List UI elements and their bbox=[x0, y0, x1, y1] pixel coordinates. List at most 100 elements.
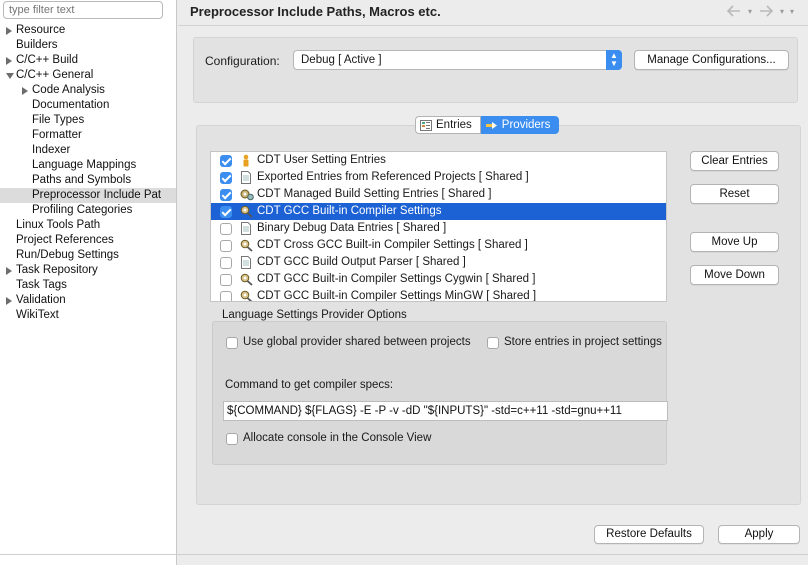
sidebar-item[interactable]: Profiling Categories bbox=[0, 203, 176, 218]
sidebar-item[interactable]: Documentation bbox=[0, 98, 176, 113]
sidebar-item-label: WikiText bbox=[16, 309, 59, 321]
document-icon bbox=[240, 222, 252, 235]
view-menu-icon[interactable]: ▾ bbox=[790, 4, 794, 18]
sidebar-item-label: C/C++ General bbox=[16, 69, 94, 81]
compiler-settings-icon bbox=[240, 273, 253, 286]
property-tree: Resource Builders C/C++ Build C/C++ General… bbox=[0, 23, 176, 323]
configuration-value: Debug [ Active ] bbox=[301, 54, 382, 66]
filter-input[interactable] bbox=[3, 1, 163, 19]
provider-checkbox[interactable] bbox=[220, 189, 232, 201]
compiler-settings-icon bbox=[240, 239, 253, 252]
provider-row[interactable]: CDT GCC Built-in Compiler Settings Cygwi… bbox=[211, 271, 666, 288]
sidebar-item-label: Formatter bbox=[32, 129, 82, 141]
provider-row[interactable]: Binary Debug Data Entries [ Shared ] bbox=[211, 220, 666, 237]
chevron-right-icon[interactable] bbox=[6, 57, 12, 65]
move-down-button[interactable]: Move Down bbox=[690, 265, 779, 285]
select-arrows-icon: ▲ ▼ bbox=[606, 50, 622, 70]
back-dropdown-icon[interactable]: ▾ bbox=[748, 4, 752, 18]
sidebar-item[interactable]: C/C++ Build bbox=[0, 53, 176, 68]
sidebar-item-label: Indexer bbox=[32, 144, 71, 156]
allocate-console-checkbox[interactable] bbox=[226, 433, 238, 445]
sidebar-item[interactable]: Validation bbox=[0, 293, 176, 308]
provider-checkbox[interactable] bbox=[220, 155, 232, 167]
provider-label: Exported Entries from Referenced Project… bbox=[257, 171, 529, 183]
tab-providers-label: Providers bbox=[501, 119, 551, 131]
provider-row[interactable]: CDT Cross GCC Built-in Compiler Settings… bbox=[211, 237, 666, 254]
sidebar-item-label: Profiling Categories bbox=[32, 204, 133, 216]
document-icon bbox=[240, 171, 252, 184]
preferences-window: Resource Builders C/C++ Build C/C++ General… bbox=[0, 0, 808, 565]
provider-label: CDT GCC Built-in Compiler Settings Cygwi… bbox=[257, 273, 536, 285]
provider-label: Binary Debug Data Entries [ Shared ] bbox=[257, 222, 447, 234]
sidebar-item-label: Validation bbox=[16, 294, 66, 306]
forward-arrow-icon[interactable] bbox=[758, 4, 774, 18]
compiler-settings-icon bbox=[240, 205, 253, 218]
provider-checkbox[interactable] bbox=[220, 206, 232, 218]
sidebar-item[interactable]: Builders bbox=[0, 38, 176, 53]
provider-checkbox[interactable] bbox=[220, 172, 232, 184]
tab-entries[interactable]: Entries bbox=[415, 116, 481, 134]
chevron-right-icon[interactable] bbox=[6, 27, 12, 35]
sidebar-item-label: Code Analysis bbox=[32, 84, 105, 96]
tab-providers[interactable]: Providers bbox=[480, 116, 560, 134]
clear-entries-button[interactable]: Clear Entries bbox=[690, 151, 779, 171]
tab-bar: Entries Providers bbox=[415, 116, 560, 134]
chevron-right-icon[interactable] bbox=[6, 267, 12, 275]
reset-button[interactable]: Reset bbox=[690, 184, 779, 204]
sidebar-item[interactable]: Formatter bbox=[0, 128, 176, 143]
sidebar-item[interactable]: Indexer bbox=[0, 143, 176, 158]
page-title: Preprocessor Include Paths, Macros etc. bbox=[190, 4, 441, 19]
provider-checkbox[interactable] bbox=[220, 257, 232, 269]
sidebar-item[interactable]: File Types bbox=[0, 113, 176, 128]
provider-checkbox[interactable] bbox=[220, 274, 232, 286]
store-entries-checkbox[interactable] bbox=[487, 337, 499, 349]
provider-list[interactable]: CDT User Setting Entries Exported Entries… bbox=[210, 151, 667, 302]
chevron-down-icon[interactable] bbox=[6, 73, 14, 79]
apply-button[interactable]: Apply bbox=[718, 525, 800, 544]
sidebar-item[interactable]: Project References bbox=[0, 233, 176, 248]
sidebar-item[interactable]: Language Mappings bbox=[0, 158, 176, 173]
configuration-label: Configuration: bbox=[205, 54, 280, 68]
use-global-checkbox[interactable] bbox=[226, 337, 238, 349]
sidebar-item[interactable]: WikiText bbox=[0, 308, 176, 323]
sidebar-item-label: Run/Debug Settings bbox=[16, 249, 119, 261]
sidebar-item[interactable]: Linux Tools Path bbox=[0, 218, 176, 233]
chevron-right-icon[interactable] bbox=[6, 297, 12, 305]
store-entries-label: Store entries in project settings bbox=[504, 336, 662, 348]
provider-row[interactable]: CDT GCC Built-in Compiler Settings MinGW… bbox=[211, 288, 666, 301]
chevron-right-icon[interactable] bbox=[22, 87, 28, 95]
sidebar-item[interactable]: Preprocessor Include Pat bbox=[0, 188, 176, 203]
sidebar-item-label: Project References bbox=[16, 234, 114, 246]
sidebar-item-label: Linux Tools Path bbox=[16, 219, 101, 231]
provider-row[interactable]: CDT User Setting Entries bbox=[211, 152, 666, 169]
manage-configurations-button[interactable]: Manage Configurations... bbox=[634, 50, 789, 70]
sidebar-item[interactable]: Task Tags bbox=[0, 278, 176, 293]
document-icon bbox=[240, 256, 252, 269]
tab-entries-label: Entries bbox=[436, 119, 472, 131]
sidebar-item[interactable]: C/C++ General bbox=[0, 68, 176, 83]
use-global-label: Use global provider shared between proje… bbox=[243, 336, 471, 348]
provider-checkbox[interactable] bbox=[220, 223, 232, 235]
provider-row[interactable]: CDT GCC Build Output Parser [ Shared ] bbox=[211, 254, 666, 271]
provider-checkbox[interactable] bbox=[220, 291, 232, 301]
move-up-button[interactable]: Move Up bbox=[690, 232, 779, 252]
restore-defaults-button[interactable]: Restore Defaults bbox=[594, 525, 704, 544]
compiler-spec-command-input[interactable] bbox=[223, 401, 668, 421]
sidebar-item[interactable]: Resource bbox=[0, 23, 176, 38]
provider-label: CDT GCC Built-in Compiler Settings bbox=[257, 205, 442, 217]
sidebar-item[interactable]: Code Analysis bbox=[0, 83, 176, 98]
sidebar-item[interactable]: Task Repository bbox=[0, 263, 176, 278]
configuration-select[interactable]: Debug [ Active ] ▲ ▼ bbox=[293, 50, 622, 70]
sidebar-item[interactable]: Paths and Symbols bbox=[0, 173, 176, 188]
forward-dropdown-icon[interactable]: ▾ bbox=[780, 4, 784, 18]
sidebar-item[interactable]: Run/Debug Settings bbox=[0, 248, 176, 263]
bottom-divider bbox=[0, 554, 808, 555]
provider-row[interactable]: CDT Managed Build Setting Entries [ Shar… bbox=[211, 186, 666, 203]
sidebar-item-label: Language Mappings bbox=[32, 159, 137, 171]
provider-row[interactable]: CDT GCC Built-in Compiler Settings bbox=[211, 203, 666, 220]
providers-icon bbox=[485, 120, 498, 131]
provider-checkbox[interactable] bbox=[220, 240, 232, 252]
provider-row[interactable]: Exported Entries from Referenced Project… bbox=[211, 169, 666, 186]
provider-label: CDT Managed Build Setting Entries [ Shar… bbox=[257, 188, 492, 200]
back-arrow-icon[interactable] bbox=[726, 4, 742, 18]
